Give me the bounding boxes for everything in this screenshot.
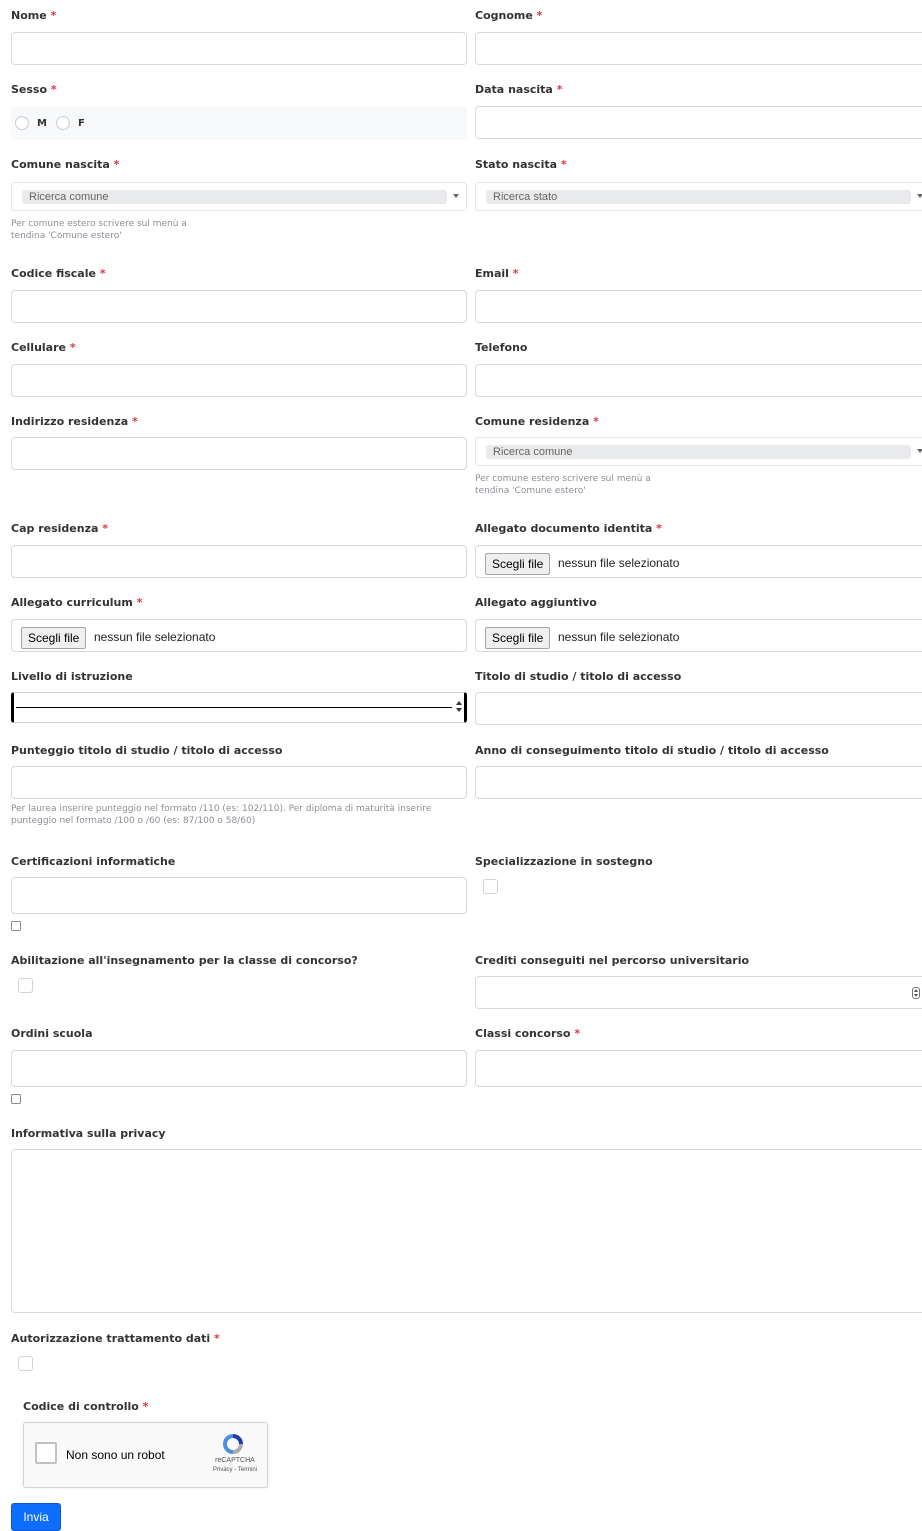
recaptcha-logo-icon [220, 1432, 246, 1456]
certificazioni-checkbox[interactable] [11, 921, 21, 931]
select-divider [16, 707, 452, 708]
chevron-down-icon [456, 708, 462, 712]
ordini-scuola-input[interactable] [11, 1050, 467, 1087]
label-certificazioni: Certificazioni informatiche [11, 855, 176, 868]
label-livello-istruzione: Livello di istruzione [11, 670, 133, 683]
label-allegato-aggiuntivo: Allegato aggiuntivo [475, 596, 597, 609]
sesso-m-label: M [37, 118, 47, 129]
recaptcha-links[interactable]: Privacy - Termini [207, 1467, 263, 1473]
label-telefono: Telefono [475, 341, 528, 354]
anno-conseguimento-input[interactable] [475, 766, 922, 799]
stato-nascita-placeholder: Ricerca stato [486, 190, 911, 204]
label-autorizzazione: Autorizzazione trattamento dati * [11, 1332, 220, 1345]
abilitazione-checkbox[interactable] [18, 978, 33, 993]
label-titolo-studio: Titolo di studio / titolo di accesso [475, 670, 682, 683]
crediti-input[interactable] [475, 976, 922, 1009]
label-classi-concorso: Classi concorso * [475, 1027, 581, 1040]
recaptcha-brand: reCAPTCHA [215, 1457, 255, 1464]
punteggio-titolo-input[interactable] [11, 766, 467, 799]
sesso-f-radio[interactable] [56, 116, 70, 130]
telefono-input[interactable] [475, 364, 922, 397]
label-nome: Nome * [11, 9, 57, 22]
comune-nascita-select[interactable]: Ricerca comune [11, 182, 467, 211]
label-cap-residenza: Cap residenza * [11, 522, 109, 535]
label-specializzazione: Specializzazione in sostegno [475, 855, 653, 868]
allegato-aggiuntivo-choose-button[interactable]: Scegli file [485, 627, 551, 649]
label-allegato-curriculum: Allegato curriculum * [11, 596, 143, 609]
comune-residenza-select[interactable]: Ricerca comune [475, 437, 922, 466]
label-codice-fiscale: Codice fiscale * [11, 267, 106, 280]
punteggio-help: Per laurea inserire punteggio nel format… [11, 804, 432, 826]
titolo-studio-input[interactable] [475, 692, 922, 725]
chevron-down-icon [917, 449, 922, 453]
number-spinner-icon[interactable] [912, 987, 920, 999]
chevron-up-icon [456, 701, 462, 705]
ordini-scuola-checkbox[interactable] [11, 1094, 21, 1104]
chevron-down-icon [453, 194, 459, 198]
allegato-curriculum-status: nessun file selezionato [94, 630, 216, 644]
specializzazione-checkbox[interactable] [483, 879, 498, 894]
label-informativa-privacy: Informativa sulla privacy [11, 1127, 166, 1140]
label-ordini-scuola: Ordini scuola [11, 1027, 93, 1040]
label-sesso: Sesso * [11, 83, 57, 96]
autorizzazione-checkbox[interactable] [18, 1356, 33, 1371]
informativa-privacy-textarea[interactable] [11, 1149, 922, 1313]
label-cellulare: Cellulare * [11, 341, 76, 354]
cellulare-input[interactable] [11, 364, 467, 397]
email-input[interactable] [475, 290, 922, 323]
recaptcha-checkbox[interactable] [35, 1442, 57, 1464]
label-comune-residenza: Comune residenza * [475, 415, 599, 428]
allegato-documento-status: nessun file selezionato [558, 556, 680, 570]
allegato-aggiuntivo-status: nessun file selezionato [558, 630, 680, 644]
comune-nascita-placeholder: Ricerca comune [22, 190, 447, 204]
label-email: Email * [475, 267, 519, 280]
codice-fiscale-input[interactable] [11, 290, 467, 323]
certificazioni-input[interactable] [11, 877, 467, 914]
allegato-documento-choose-button[interactable]: Scegli file [485, 553, 551, 575]
label-stato-nascita: Stato nascita * [475, 158, 567, 171]
nome-input[interactable] [11, 32, 467, 65]
comune-residenza-placeholder: Ricerca comune [486, 445, 911, 459]
chevron-down-icon [917, 194, 922, 198]
recaptcha-widget: Non sono un robot reCAPTCHA Privacy - Te… [23, 1422, 268, 1488]
data-nascita-input[interactable] [475, 106, 922, 139]
allegato-documento-file[interactable]: Scegli file nessun file selezionato [475, 545, 922, 578]
label-data-nascita: Data nascita * [475, 83, 563, 96]
livello-istruzione-select[interactable] [11, 692, 467, 723]
cap-residenza-input[interactable] [11, 545, 467, 578]
sesso-m-radio[interactable] [15, 116, 29, 130]
label-cognome: Cognome * [475, 9, 543, 22]
label-punteggio-titolo: Punteggio titolo di studio / titolo di a… [11, 744, 283, 757]
label-indirizzo-residenza: Indirizzo residenza * [11, 415, 138, 428]
label-codice-controllo: Codice di controllo * [23, 1400, 149, 1413]
sesso-group: M F [11, 106, 467, 140]
comune-residenza-help: Per comune estero scrivere sul menù a te… [475, 474, 651, 496]
indirizzo-residenza-input[interactable] [11, 437, 467, 470]
allegato-curriculum-choose-button[interactable]: Scegli file [21, 627, 87, 649]
stato-nascita-select[interactable]: Ricerca stato [475, 182, 922, 211]
label-abilitazione: Abilitazione all'insegnamento per la cla… [11, 954, 358, 967]
comune-nascita-help: Per comune estero scrivere sul menù a te… [11, 219, 187, 241]
label-crediti: Crediti conseguiti nel percorso universi… [475, 954, 750, 967]
sesso-f-label: F [78, 118, 85, 129]
allegato-aggiuntivo-file[interactable]: Scegli file nessun file selezionato [475, 619, 922, 652]
recaptcha-label: Non sono un robot [66, 1448, 165, 1462]
submit-button[interactable]: Invia [11, 1503, 61, 1531]
cognome-input[interactable] [475, 32, 922, 65]
classi-concorso-input[interactable] [475, 1050, 922, 1087]
label-comune-nascita: Comune nascita * [11, 158, 120, 171]
allegato-curriculum-file[interactable]: Scegli file nessun file selezionato [11, 619, 467, 652]
label-allegato-documento: Allegato documento identita * [475, 522, 662, 535]
label-anno-conseguimento: Anno di conseguimento titolo di studio /… [475, 744, 829, 757]
